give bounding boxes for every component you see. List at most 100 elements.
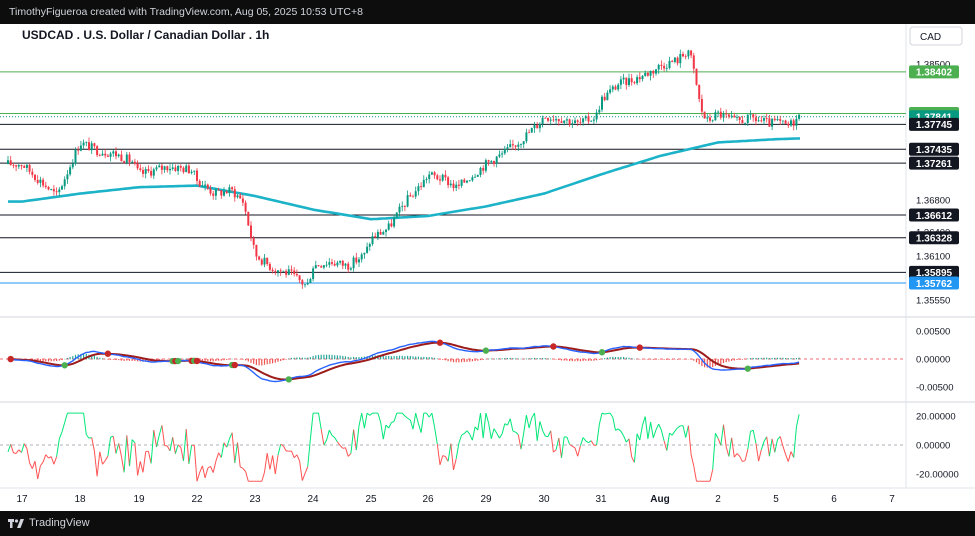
candle — [196, 168, 198, 185]
candle — [771, 118, 774, 131]
price-tick-label: 1.35550 — [916, 296, 950, 307]
candle — [277, 270, 279, 277]
candle — [166, 165, 169, 173]
macd-histogram-bar — [350, 357, 352, 360]
macd-histogram-bar — [328, 354, 330, 360]
candle — [784, 119, 787, 125]
level-label-text: 1.38402 — [916, 68, 953, 79]
candle — [44, 181, 47, 189]
candle — [104, 149, 107, 159]
candle — [622, 73, 625, 84]
macd-histogram-bar — [774, 357, 776, 360]
time-tick-label: 22 — [191, 494, 203, 505]
candle — [520, 143, 522, 149]
candle — [663, 62, 666, 72]
oscillator-segment — [795, 414, 800, 428]
macd-histogram-bar — [293, 357, 295, 360]
oscillator-segment — [447, 443, 452, 462]
candle — [142, 166, 144, 178]
candle — [374, 232, 377, 239]
oscillator-segment — [787, 451, 792, 462]
oscillator-segment — [355, 425, 360, 451]
chart-svg[interactable]: 1.385001.378001.368001.364001.361001.355… — [0, 24, 975, 511]
oscillator-segment — [174, 444, 179, 454]
candle — [147, 165, 150, 173]
candle — [498, 150, 501, 159]
macd-histogram-bar — [498, 358, 500, 360]
macd-histogram-bar — [760, 357, 762, 360]
oscillator-segment — [201, 465, 206, 478]
macd-histogram-bar — [269, 359, 271, 364]
macd-histogram-bar — [768, 358, 770, 360]
currency-button[interactable]: CAD — [909, 26, 963, 46]
macd-histogram-bar — [744, 359, 746, 360]
candle — [39, 176, 42, 188]
oscillator-segment — [18, 449, 22, 453]
candle — [301, 278, 304, 289]
macd-histogram-bar — [606, 357, 608, 360]
candle — [430, 171, 433, 176]
macd-histogram-bar — [115, 359, 117, 361]
macd-cross-marker — [636, 344, 643, 351]
candle — [339, 260, 342, 265]
candle — [703, 111, 706, 119]
macd-histogram-bar — [515, 358, 517, 360]
candle — [625, 77, 628, 90]
candle — [120, 150, 123, 162]
macd-histogram-bar — [520, 358, 522, 360]
oscillator-segment — [13, 452, 17, 454]
candle — [447, 175, 450, 189]
macd-line — [7, 340, 800, 383]
macd-cross-marker — [104, 350, 112, 357]
oscillator-segment — [309, 413, 314, 439]
oscillator-segment — [682, 425, 687, 438]
oscillator-segment — [663, 440, 668, 451]
candle — [347, 261, 350, 274]
candle — [63, 176, 66, 190]
macd-histogram-bar — [525, 358, 527, 360]
macd-histogram-bar — [56, 359, 58, 362]
oscillator-segment — [534, 413, 538, 441]
candle — [698, 84, 701, 103]
macd-histogram-bar — [749, 358, 752, 360]
candle — [376, 229, 379, 241]
oscillator-segment — [752, 430, 757, 444]
time-tick-label: 30 — [538, 494, 550, 505]
candle — [738, 116, 741, 125]
macd-histogram-bar — [69, 356, 71, 360]
candle — [422, 175, 425, 188]
oscillator-segment — [428, 412, 433, 418]
oscillator-segment — [83, 413, 87, 435]
candle — [387, 220, 390, 231]
candle — [601, 94, 603, 113]
candle — [493, 160, 495, 167]
candle — [433, 171, 436, 179]
candle — [395, 212, 398, 219]
macd-histogram-bar — [755, 357, 757, 360]
macd-cross-marker — [61, 362, 68, 369]
oscillator-segment — [366, 412, 371, 416]
level-label: 1.35762 — [909, 276, 959, 290]
time-tick-label: 6 — [831, 494, 837, 505]
chart-canvas[interactable]: 1.385001.378001.368001.364001.361001.355… — [0, 24, 975, 511]
oscillator-segment — [482, 413, 487, 439]
oscillator-segment — [363, 413, 368, 429]
oscillator-segment — [601, 412, 605, 415]
macd-histogram-bar — [315, 355, 317, 360]
candle — [455, 181, 458, 192]
candle — [47, 185, 50, 191]
oscillator-segment — [91, 437, 95, 452]
oscillator-segment — [642, 416, 646, 426]
oscillator-segment — [528, 417, 533, 429]
oscillator-segment — [120, 456, 125, 473]
candle — [776, 115, 779, 122]
oscillator-segment — [401, 412, 406, 417]
macd-histogram-bar — [544, 358, 546, 360]
candle — [236, 193, 239, 199]
candle — [460, 179, 463, 188]
macd-cross-marker — [7, 355, 14, 363]
oscillator-segment — [272, 455, 276, 474]
oscillator-segment — [26, 448, 31, 464]
candle — [592, 116, 595, 124]
candle — [409, 192, 412, 197]
